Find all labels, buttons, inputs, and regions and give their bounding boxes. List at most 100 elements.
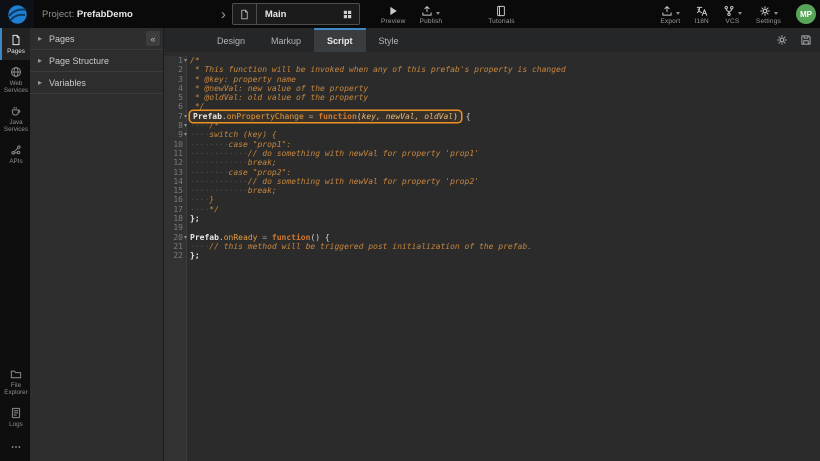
tab-bar-icons — [776, 28, 812, 52]
save-icon[interactable] — [800, 34, 812, 46]
code-area[interactable]: /* * This function will be invoked when … — [187, 56, 820, 461]
wavemaker-logo[interactable] — [0, 0, 34, 28]
code-line-8[interactable]: ····/* — [190, 121, 820, 130]
panel-section-pages[interactable]: ▸ Pages — [30, 28, 163, 50]
gear-icon[interactable] — [776, 34, 788, 46]
code-line-12[interactable]: ············break; — [190, 158, 820, 167]
code-line-9[interactable]: ····switch (key) { — [190, 130, 820, 139]
page-icon — [233, 4, 257, 24]
code-line-19[interactable] — [190, 223, 820, 232]
panel-section-label: Variables — [49, 78, 86, 88]
code-token: } — [209, 195, 214, 204]
panel-collapse-button[interactable]: « — [146, 31, 160, 46]
sidebar-item-logs[interactable]: Logs — [0, 401, 30, 433]
sidebar-item-file-explorer[interactable]: File Explorer — [0, 362, 30, 401]
left-icon-rail: PagesWeb Services Java Services APIs File E… — [0, 28, 30, 461]
line-number: 2 — [164, 65, 186, 74]
code-line-2[interactable]: * This function will be invoked when any… — [190, 65, 820, 74]
i18n-button[interactable]: I18N — [687, 0, 716, 28]
code-line-11[interactable]: ············// do something with newVal … — [190, 149, 820, 158]
panel-section-label: Pages — [49, 34, 75, 44]
line-number: 15 — [164, 186, 186, 195]
code-line-18[interactable]: }; — [190, 214, 820, 223]
code-line-22[interactable]: }; — [190, 251, 820, 260]
toolbar-right: ExportI18N VCS Settings — [653, 0, 788, 28]
tutorials-button[interactable]: Tutorials — [481, 0, 521, 28]
code-token: = — [304, 112, 318, 121]
workspace: PagesWeb ServicesJava ServicesAPIsFile E… — [0, 28, 820, 461]
line-number: 4 — [164, 84, 186, 93]
line-number-gutter: 1▾234567▾8▾9▾1011121314151617181920▾2122 — [164, 56, 187, 461]
globe-icon — [10, 66, 22, 78]
line-number: 8▾ — [164, 121, 186, 130]
project-label: Project: — [42, 9, 74, 20]
code-line-14[interactable]: ············// do something with newVal … — [190, 177, 820, 186]
code-line-7[interactable]: Prefab.onPropertyChange = function(key, … — [190, 112, 820, 121]
line-number: 11 — [164, 149, 186, 158]
export-button[interactable]: Export — [653, 0, 687, 28]
tab-script[interactable]: Script — [314, 28, 366, 52]
sidebar-item-label: Java Services — [2, 119, 30, 133]
code-token: // do something with newVal for property… — [248, 149, 479, 158]
avatar[interactable]: MP — [796, 4, 816, 24]
code-token: /* — [190, 56, 200, 65]
settings-button[interactable]: Settings — [749, 0, 788, 28]
code-line-13[interactable]: ········case "prop2": — [190, 168, 820, 177]
code-token: }; — [190, 214, 200, 223]
sidebar-item-web-services[interactable]: Web Services — [0, 60, 30, 99]
code-token: ········ — [190, 140, 229, 149]
fold-toggle-icon[interactable]: ▾ — [184, 121, 187, 130]
caret-right-icon: ▸ — [38, 56, 42, 65]
code-token: { — [461, 112, 471, 121]
caret-right-icon: ▸ — [38, 34, 42, 43]
page-selector[interactable]: Main — [232, 3, 360, 25]
panel-section-page-structure[interactable]: ▸Page Structure — [30, 50, 163, 72]
settings-label: Settings — [756, 18, 781, 25]
branch-icon — [723, 5, 735, 17]
code-token: case "prop1": — [229, 140, 292, 149]
sidebar-item-java-services[interactable]: Java Services — [0, 99, 30, 138]
code-token: = — [257, 233, 271, 242]
code-line-5[interactable]: * @oldVal: old value of the property — [190, 93, 820, 102]
code-token: ···· — [190, 121, 209, 130]
code-token: Prefab — [193, 112, 222, 121]
vcs-label: VCS — [725, 18, 739, 25]
code-line-3[interactable]: * @key: property name — [190, 75, 820, 84]
panel-section-variables[interactable]: ▸Variables — [30, 72, 163, 94]
code-line-10[interactable]: ········case "prop1": — [190, 140, 820, 149]
line-number: 13 — [164, 168, 186, 177]
code-token: function — [318, 112, 357, 121]
toolbar-left: PreviewPublish Tutorials — [374, 0, 522, 28]
publish-button[interactable]: Publish — [413, 0, 450, 28]
code-line-21[interactable]: ····// this method will be triggered pos… — [190, 242, 820, 251]
line-number: 12 — [164, 158, 186, 167]
sidebar-item-apis[interactable]: APIs — [0, 138, 30, 170]
vcs-button[interactable]: VCS — [716, 0, 749, 28]
code-line-20[interactable]: Prefab.onReady = function() { — [190, 233, 820, 242]
code-line-1[interactable]: /* — [190, 56, 820, 65]
code-token: ) — [453, 112, 458, 121]
grid-icon[interactable] — [337, 9, 359, 20]
code-line-4[interactable]: * @newVal: new value of the property — [190, 84, 820, 93]
fold-toggle-icon[interactable]: ▾ — [184, 130, 187, 139]
fold-toggle-icon[interactable]: ▾ — [184, 56, 187, 65]
sidebar-item-pages[interactable]: Pages — [0, 28, 30, 60]
code-line-16[interactable]: ····} — [190, 195, 820, 204]
export-icon — [661, 5, 673, 17]
sidebar-item-more[interactable] — [0, 433, 30, 461]
tab-design[interactable]: Design — [204, 28, 258, 52]
chevron-down-icon — [436, 12, 440, 15]
code-line-15[interactable]: ············break; — [190, 186, 820, 195]
tab-style[interactable]: Style — [366, 28, 412, 52]
code-line-17[interactable]: ····*/ — [190, 205, 820, 214]
code-editor[interactable]: 1▾234567▾8▾9▾1011121314151617181920▾2122… — [164, 52, 820, 461]
tab-markup[interactable]: Markup — [258, 28, 314, 52]
sidebar-item-label: Logs — [2, 421, 30, 428]
fold-toggle-icon[interactable]: ▾ — [184, 112, 187, 121]
breadcrumb-chevron-icon: › — [221, 7, 226, 22]
chevron-down-icon — [738, 12, 742, 15]
code-token: Prefab — [190, 233, 219, 242]
fold-toggle-icon[interactable]: ▾ — [184, 233, 187, 242]
code-token: * @newVal: new value of the property — [190, 84, 368, 93]
preview-button[interactable]: Preview — [374, 0, 413, 28]
